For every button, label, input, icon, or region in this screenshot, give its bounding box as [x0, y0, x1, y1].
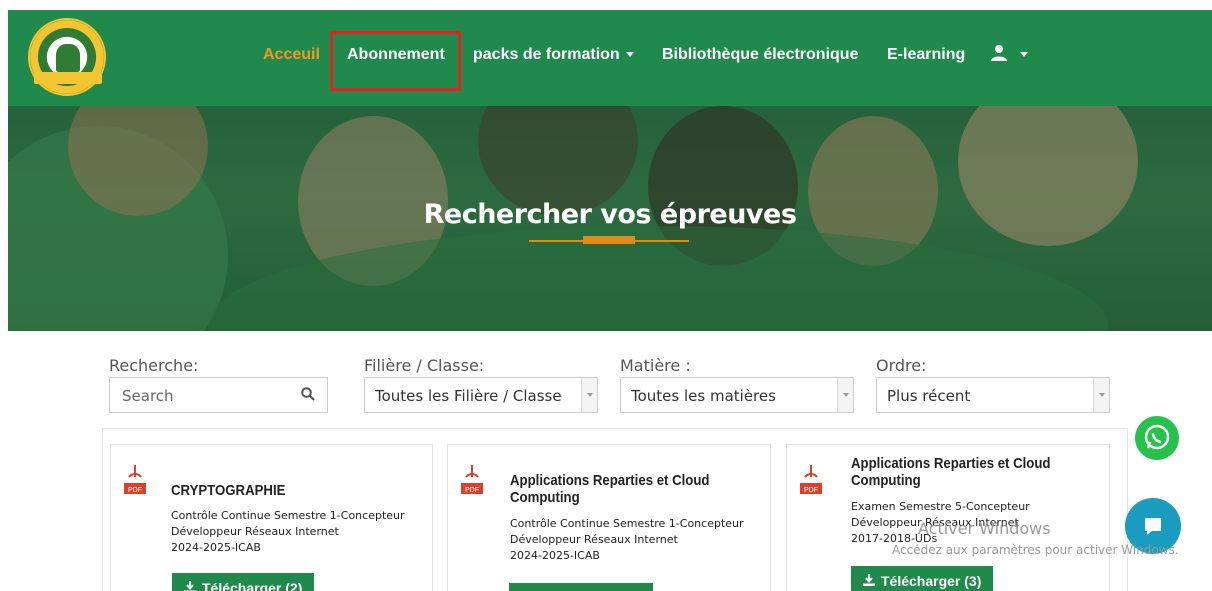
hero-banner: Rechercher vos épreuves — [8, 106, 1212, 331]
svg-text:PDF: PDF — [465, 487, 479, 494]
download-button[interactable]: Télécharger (2) — [172, 573, 315, 591]
ordre-select[interactable]: Plus récent — [876, 377, 1110, 413]
card-title-line: Applications Reparties et Cloud — [851, 455, 1051, 472]
download-button[interactable]: Télécharger (3) — [851, 566, 994, 591]
windows-activation-title: Activer Windows — [918, 519, 1051, 538]
page-frame: Acceuil Abonnement packs de formation Bi… — [8, 10, 1212, 591]
card-title[interactable]: CRYPTOGRAPHIE — [171, 482, 285, 499]
site-logo[interactable] — [28, 18, 106, 96]
download-icon — [863, 574, 875, 586]
pdf-icon: PDF — [124, 465, 146, 494]
chevron-down-icon — [1020, 52, 1028, 57]
chevron-down-icon — [837, 378, 853, 412]
download-button-label: Télécharger (2) — [202, 580, 303, 591]
ordre-label: Ordre: — [876, 356, 927, 375]
document-card: PDF Applications Reparties et Cloud Comp… — [786, 444, 1110, 591]
ordre-selected-value: Plus récent — [887, 387, 971, 405]
whatsapp-button[interactable] — [1135, 416, 1179, 460]
card-title-line: Computing — [510, 489, 580, 506]
card-desc-line: Examen Semestre 5-Concepteur — [851, 500, 1030, 513]
user-icon — [991, 45, 1007, 61]
matiere-select[interactable]: Toutes les matières — [620, 377, 854, 413]
download-button[interactable] — [509, 583, 653, 591]
nav-item-packs-de-formation[interactable]: packs de formation — [473, 46, 634, 64]
chevron-down-icon — [581, 378, 597, 412]
nav-item-e-learning[interactable]: E-learning — [887, 46, 965, 64]
nav-item-acceuil[interactable]: Acceuil — [263, 46, 320, 64]
card-desc-line: Contrôle Continue Semestre 1-Concepteur — [171, 509, 405, 522]
svg-text:PDF: PDF — [804, 487, 818, 494]
card-desc-line: Développeur Réseaux Internet — [510, 533, 678, 546]
packs-label: packs de formation — [473, 46, 620, 63]
card-desc-line: Contrôle Continue Semestre 1-Concepteur — [510, 517, 744, 530]
card-title-line: Applications Reparties et Cloud — [510, 472, 710, 489]
matiere-label: Matière : — [620, 356, 691, 375]
document-card: PDF CRYPTOGRAPHIE Contrôle Continue Seme… — [110, 444, 433, 591]
card-description: Contrôle Continue Semestre 1-Concepteur … — [171, 508, 405, 556]
nav-item-bibliotheque[interactable]: Bibliothèque électronique — [662, 46, 858, 64]
filiere-label: Filière / Classe: — [364, 356, 485, 375]
hero-title: Rechercher vos épreuves — [423, 199, 797, 230]
download-icon — [184, 581, 196, 591]
pdf-icon: PDF — [800, 465, 822, 494]
logo-tree-icon — [56, 44, 80, 72]
matiere-selected-value: Toutes les matières — [631, 387, 776, 405]
abonnement-highlight-box — [330, 31, 461, 91]
card-description: Contrôle Continue Semestre 1-Concepteur … — [510, 516, 744, 564]
chevron-down-icon — [1093, 378, 1109, 412]
card-title-line: Computing — [851, 472, 921, 489]
search-placeholder: Search — [122, 387, 174, 405]
document-card: PDF Applications Reparties et Cloud Comp… — [447, 444, 771, 591]
logo-band — [34, 72, 102, 84]
navbar: Acceuil Abonnement packs de formation Bi… — [8, 10, 1212, 106]
windows-activation-message: Accédez aux paramètres pour activer Wind… — [892, 543, 1179, 557]
svg-text:PDF: PDF — [128, 487, 142, 494]
filiere-select[interactable]: Toutes les Filière / Classe — [364, 377, 598, 413]
card-desc-line: 2024-2025-ICAB — [510, 549, 600, 562]
search-input[interactable]: Search — [109, 377, 328, 413]
pdf-icon: PDF — [461, 465, 483, 494]
hero-title-underline-accent — [583, 236, 635, 244]
whatsapp-icon — [1144, 424, 1170, 450]
card-title[interactable]: Applications Reparties et Cloud Computin… — [851, 455, 1050, 489]
search-label: Recherche: — [109, 356, 199, 375]
chevron-down-icon — [625, 52, 634, 58]
card-desc-line: Développeur Réseaux Internet — [171, 525, 339, 538]
filiere-selected-value: Toutes les Filière / Classe — [375, 387, 562, 405]
search-icon[interactable] — [301, 387, 315, 401]
card-title[interactable]: Applications Reparties et Cloud Computin… — [510, 472, 709, 506]
card-desc-line: 2024-2025-ICAB — [171, 541, 261, 554]
download-button-label: Télécharger (3) — [881, 573, 982, 589]
